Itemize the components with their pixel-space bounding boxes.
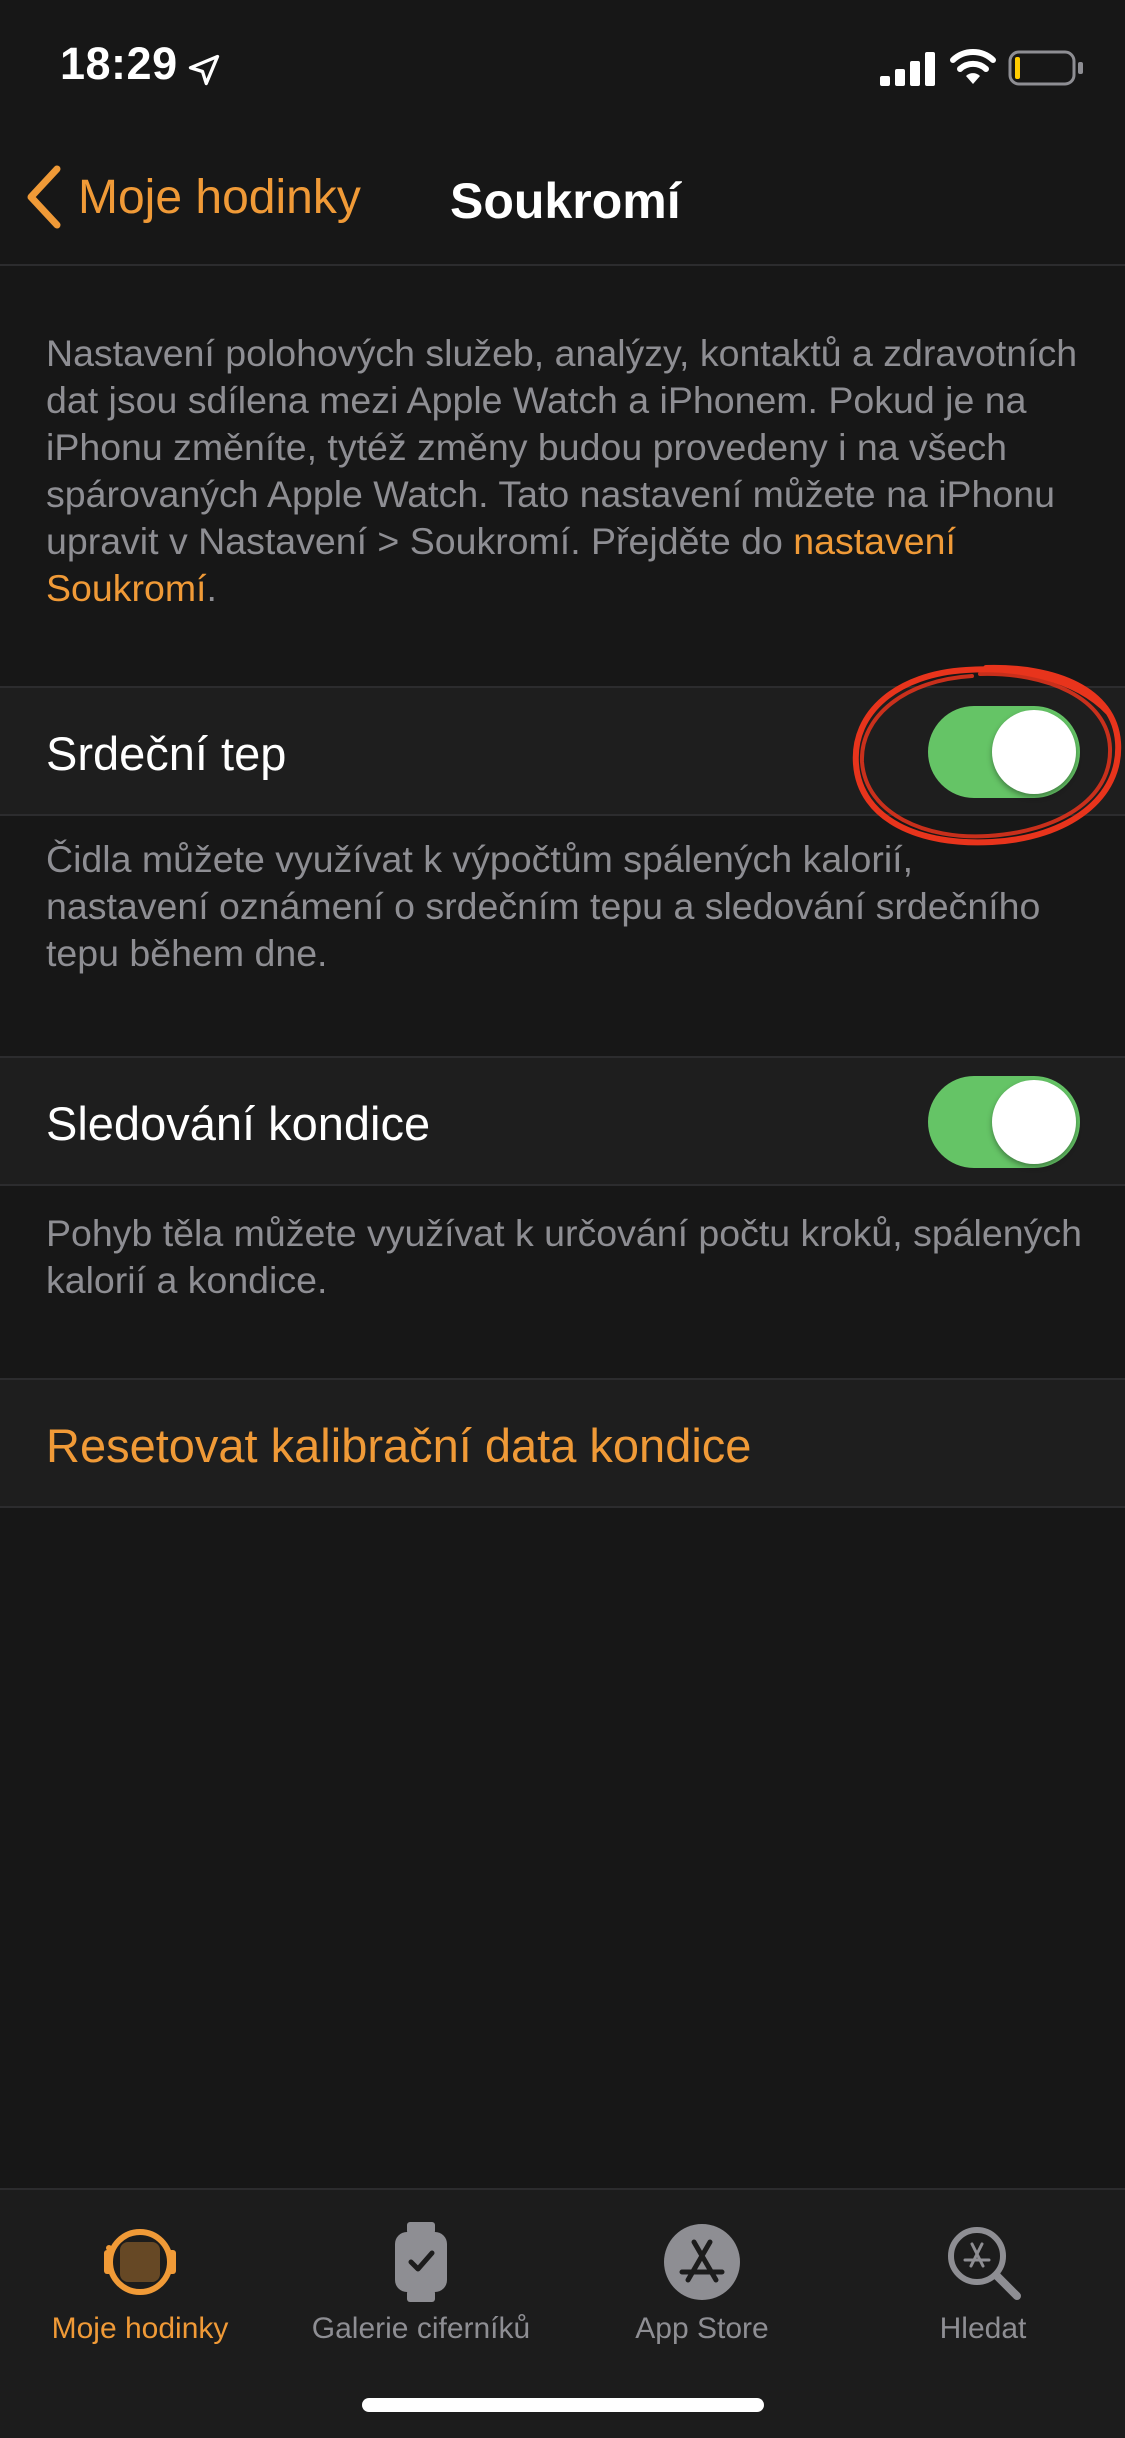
battery-icon [1008, 50, 1083, 86]
page-title: Soukromí [450, 173, 681, 229]
toggle-knob [992, 1080, 1076, 1164]
status-time: 18:29 [60, 38, 178, 89]
fitness-tracking-cell: Sledování kondice [0, 1056, 1125, 1186]
tab-my-watch[interactable]: Moje hodinky [0, 2206, 280, 2366]
tab-face-gallery[interactable]: Galerie ciferníků [281, 2206, 561, 2366]
search-icon [948, 2227, 1021, 2300]
wifi-icon [950, 49, 996, 84]
tab-label: Hledat [939, 2312, 1027, 2345]
heart-rate-footer: Čidla můžete využívat k výpočtům spálený… [46, 838, 1041, 974]
chevron-left-icon [27, 165, 61, 229]
watch-icon [104, 2229, 176, 2295]
tab-app-store[interactable]: App Store [562, 2206, 842, 2366]
tab-label: Galerie ciferníků [311, 2312, 531, 2345]
reset-calibration-button[interactable]: Resetovat kalibrační data kondice [46, 1418, 751, 1473]
fitness-tracking-footer: Pohyb těla můžete využívat k určování po… [46, 1212, 1082, 1301]
toggle-knob [992, 710, 1076, 794]
fitness-tracking-toggle[interactable] [928, 1076, 1080, 1168]
heart-rate-toggle[interactable] [928, 706, 1080, 798]
navigation-bar: Moje hodinky Soukromí [0, 132, 1125, 266]
back-button-label: Moje hodinky [78, 170, 361, 224]
location-arrow-icon [188, 54, 220, 86]
cellular-signal-icon [880, 52, 935, 86]
tab-label: Moje hodinky [51, 2312, 229, 2345]
privacy-intro-text: Nastavení polohových služeb, analýzy, ko… [46, 330, 1086, 612]
watch-face-gallery-icon [395, 2222, 447, 2302]
tab-search[interactable]: Hledat [843, 2206, 1123, 2366]
home-indicator[interactable] [362, 2398, 764, 2412]
status-bar: 18:29 [0, 0, 1125, 132]
heart-rate-cell: Srdeční tep [0, 686, 1125, 816]
tab-label: App Store [635, 2312, 769, 2345]
fitness-tracking-label: Sledování kondice [46, 1097, 431, 1150]
back-button[interactable]: Moje hodinky [24, 162, 361, 232]
app-store-icon [664, 2224, 740, 2300]
reset-calibration-cell[interactable]: Resetovat kalibrační data kondice [0, 1378, 1125, 1508]
heart-rate-label: Srdeční tep [46, 727, 287, 780]
privacy-intro-suffix: . [206, 567, 217, 609]
